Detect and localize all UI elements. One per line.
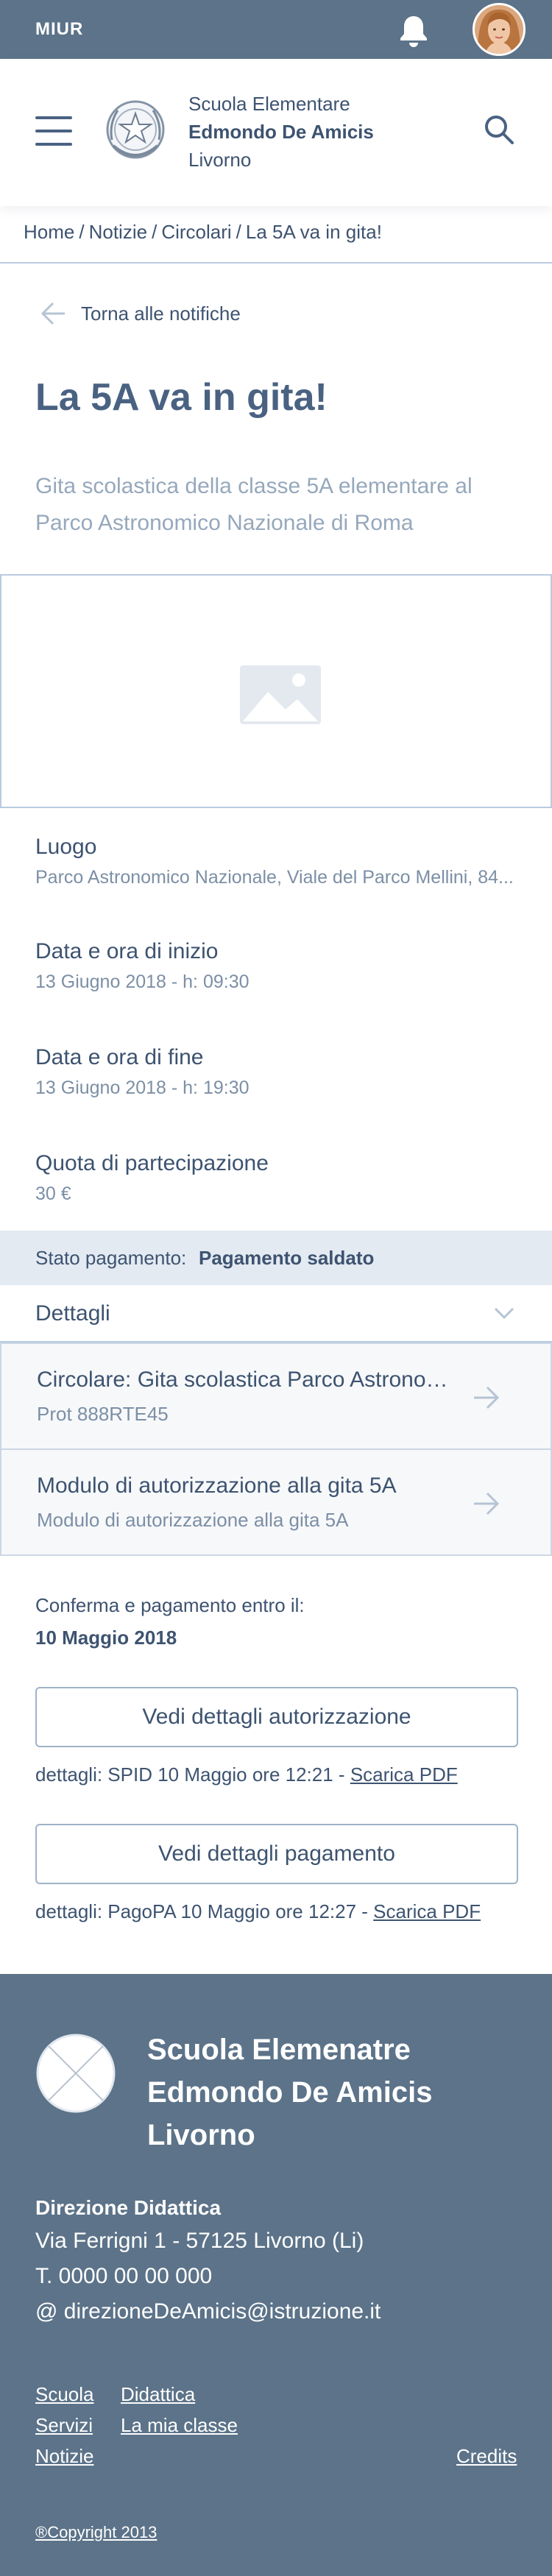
breadcrumb-divider bbox=[0, 262, 552, 263]
field-value: Parco Astronomico Nazionale, Viale del P… bbox=[35, 867, 514, 888]
payment-pdf-link[interactable]: Scarica PDF bbox=[373, 1900, 481, 1922]
footer-address: Via Ferrigni 1 - 57125 Livorno (Li) bbox=[35, 2229, 364, 2253]
document-item-circular[interactable]: Circolare: Gita scolastica Parco Astrono… bbox=[0, 1342, 552, 1450]
footer-link-la-mia-classe[interactable]: La mia classe bbox=[121, 2414, 238, 2437]
payment-meta: dettagli: PagoPA 10 Maggio ore 12:27 - S… bbox=[35, 1900, 481, 1923]
authorization-meta-text: dettagli: SPID 10 Maggio ore 12:21 - bbox=[35, 1763, 350, 1786]
footer-link-credits[interactable]: Credits bbox=[456, 2445, 517, 2468]
field-label: Quota di partecipazione bbox=[35, 1151, 269, 1175]
field-end: Data e ora di fine 13 Giugno 2018 - h: 1… bbox=[35, 1045, 536, 1099]
breadcrumb-current: La 5A va in gita! bbox=[245, 221, 382, 243]
field-label: Data e ora di inizio bbox=[35, 939, 219, 963]
footer-direction: Direzione Didattica bbox=[35, 2196, 222, 2219]
field-fee: Quota di partecipazione 30 € bbox=[35, 1151, 536, 1205]
details-accordion-header[interactable]: Dettagli bbox=[0, 1285, 552, 1342]
payment-details-button[interactable]: Vedi dettagli pagamento bbox=[35, 1824, 518, 1884]
document-title: Circolare: Gita scolastica Parco Astrono… bbox=[37, 1367, 456, 1392]
authorization-pdf-link[interactable]: Scarica PDF bbox=[350, 1763, 458, 1786]
footer-school-name: Scuola Elemenatre Edmondo De Amicis Livo… bbox=[147, 2028, 515, 2156]
arrow-right-icon bbox=[474, 1492, 500, 1515]
details-title: Dettagli bbox=[35, 1301, 110, 1326]
chevron-down-icon bbox=[494, 1307, 514, 1320]
back-link-label: Torna alle notifiche bbox=[81, 302, 241, 325]
breadcrumb-home[interactable]: Home bbox=[24, 221, 74, 243]
back-link[interactable]: Torna alle notifiche bbox=[38, 300, 241, 327]
field-label: Data e ora di fine bbox=[35, 1045, 204, 1069]
breadcrumb: Home / Notizie / Circolari / La 5A va in gita! bbox=[24, 221, 382, 243]
field-value: 13 Giugno 2018 - h: 19:30 bbox=[35, 1078, 250, 1098]
footer-email: @ direzioneDeAmicis@istruzione.it bbox=[35, 2299, 381, 2324]
school-name-line3: Livorno bbox=[188, 149, 252, 171]
brand-label[interactable]: MIUR bbox=[35, 19, 83, 40]
bell-icon[interactable] bbox=[397, 13, 430, 47]
footer-link-scuola[interactable]: Scuola bbox=[35, 2383, 94, 2406]
field-value: 30 € bbox=[35, 1183, 71, 1204]
payment-status-label: Stato pagamento: bbox=[35, 1247, 187, 1269]
search-icon[interactable] bbox=[481, 112, 517, 147]
footer-phone: T. 0000 00 00 000 bbox=[35, 2264, 213, 2288]
site-header: Scuola Elementare Edmondo De Amicis Livo… bbox=[0, 59, 552, 206]
footer-copyright[interactable]: ®Copyright 2013 bbox=[35, 2523, 157, 2542]
document-subtitle: Modulo di autorizzazione alla gita 5A bbox=[37, 1509, 349, 1531]
footer-name-line3: Livorno bbox=[147, 2119, 255, 2151]
image-icon bbox=[240, 665, 321, 724]
payment-meta-text: dettagli: PagoPA 10 Maggio ore 12:27 - bbox=[35, 1900, 374, 1922]
menu-icon[interactable] bbox=[35, 116, 72, 146]
top-bar: MIUR bbox=[0, 0, 552, 59]
payment-status: Stato pagamento: Pagamento saldato bbox=[0, 1231, 552, 1285]
field-value: 13 Giugno 2018 - h: 09:30 bbox=[35, 972, 250, 992]
page-subtitle: Gita scolastica della classe 5A elementa… bbox=[35, 474, 473, 535]
school-logo-icon bbox=[36, 2034, 116, 2113]
document-title: Modulo di autorizzazione alla gita 5A bbox=[37, 1473, 397, 1498]
authorization-meta: dettagli: SPID 10 Maggio ore 12:21 - Sca… bbox=[35, 1763, 458, 1786]
school-name-line2: Edmondo De Amicis bbox=[188, 121, 374, 143]
breadcrumb-circolari[interactable]: Circolari bbox=[161, 221, 231, 243]
emblem-icon[interactable] bbox=[102, 94, 169, 168]
field-label: Luogo bbox=[35, 835, 97, 859]
deadline-value: 10 Maggio 2018 bbox=[35, 1627, 177, 1649]
document-item-authorization[interactable]: Modulo di autorizzazione alla gita 5A Mo… bbox=[0, 1448, 552, 1556]
footer-link-didattica[interactable]: Didattica bbox=[121, 2383, 195, 2406]
field-start: Data e ora di inizio 13 Giugno 2018 - h:… bbox=[35, 939, 536, 993]
footer-link-notizie[interactable]: Notizie bbox=[35, 2445, 93, 2468]
school-name-line1: Scuola Elementare bbox=[188, 93, 350, 115]
page-title: La 5A va in gita! bbox=[35, 376, 328, 419]
authorization-details-button[interactable]: Vedi dettagli autorizzazione bbox=[35, 1687, 518, 1747]
footer-link-servizi[interactable]: Servizi bbox=[35, 2414, 93, 2437]
document-subtitle: Prot 888RTE45 bbox=[37, 1403, 169, 1425]
deadline-label: Conferma e pagamento entro il: bbox=[35, 1594, 305, 1616]
avatar[interactable] bbox=[473, 3, 526, 56]
field-location: Luogo Parco Astronomico Nazionale, Viale… bbox=[35, 835, 536, 888]
image-placeholder bbox=[0, 574, 552, 808]
payment-status-value: Pagamento saldato bbox=[199, 1247, 375, 1269]
footer-name-line1: Scuola Elemenatre bbox=[147, 2034, 411, 2066]
site-footer: Scuola Elemenatre Edmondo De Amicis Livo… bbox=[0, 1974, 552, 2576]
arrow-right-icon bbox=[474, 1386, 500, 1409]
footer-name-line2: Edmondo De Amicis bbox=[147, 2076, 433, 2109]
breadcrumb-notizie[interactable]: Notizie bbox=[89, 221, 147, 243]
arrow-left-icon bbox=[40, 302, 65, 325]
